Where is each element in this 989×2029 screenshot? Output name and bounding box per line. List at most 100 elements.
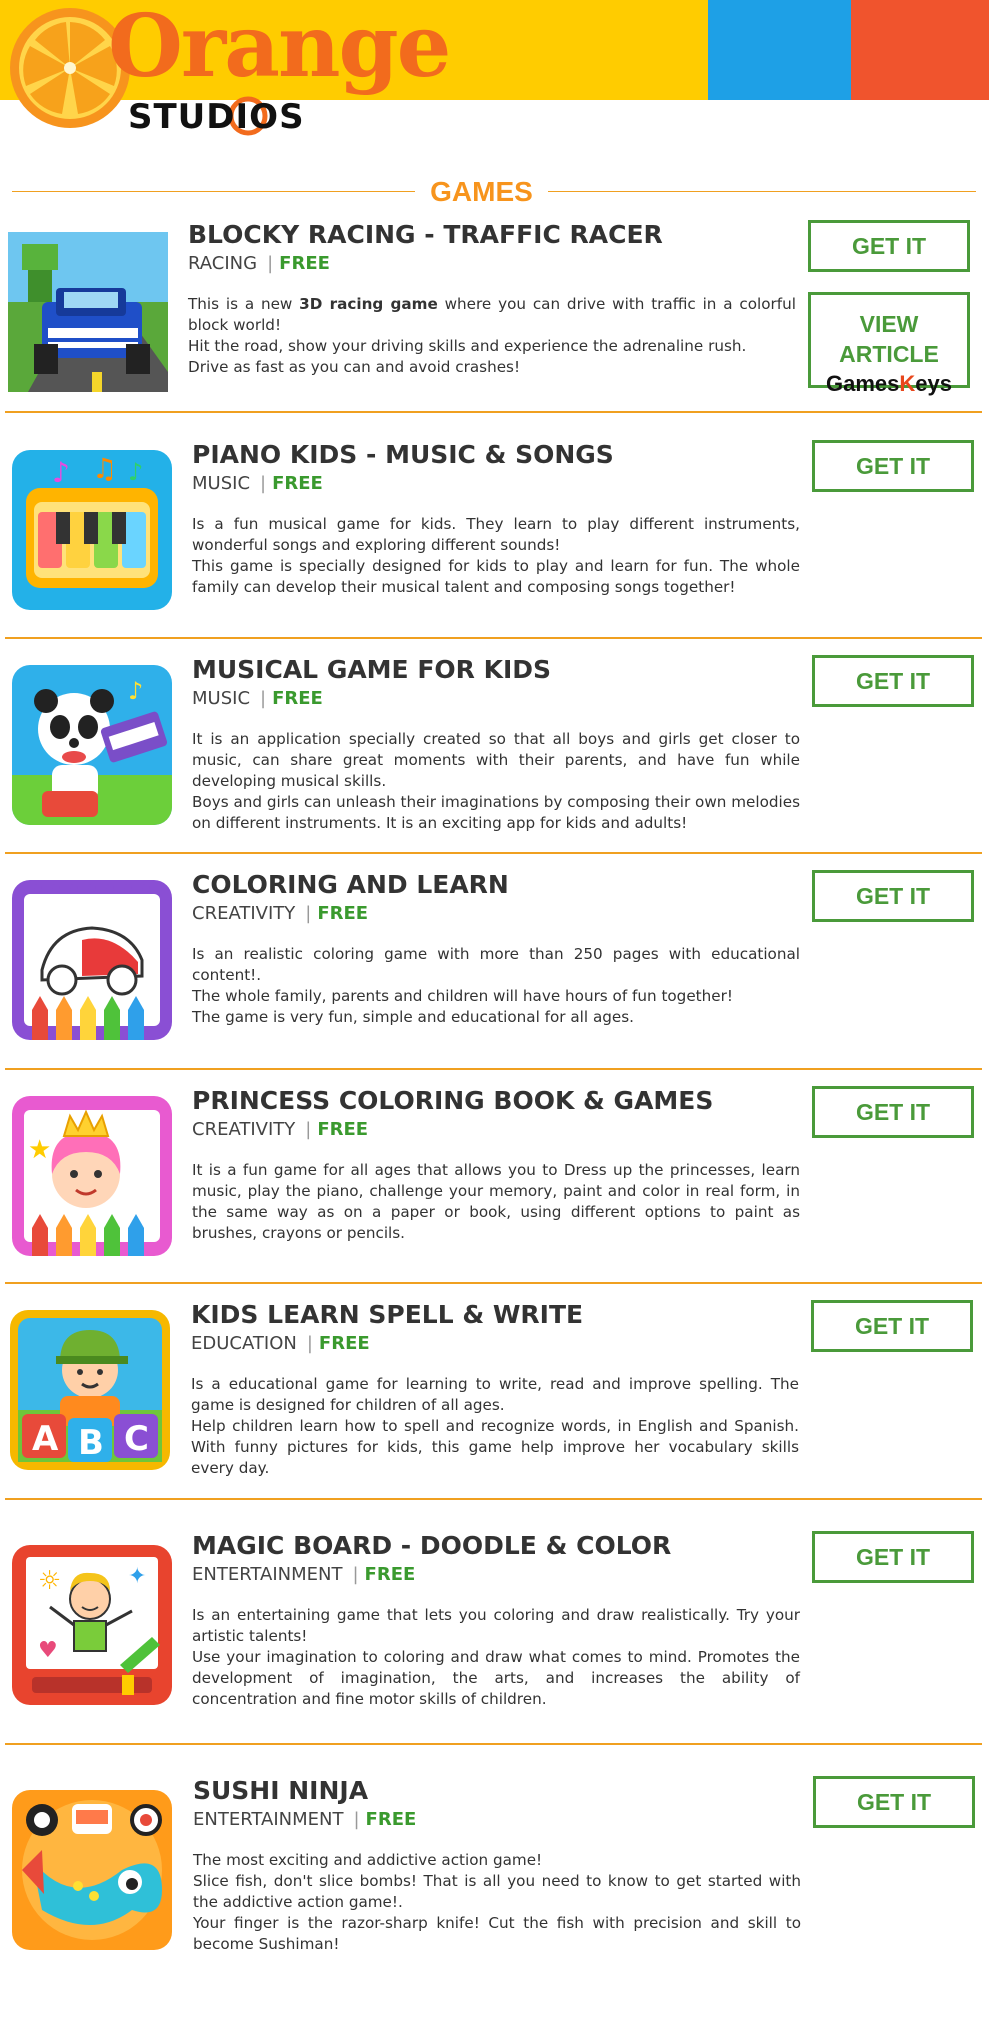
- game-description: The most exciting and addictive action g…: [193, 1850, 801, 1955]
- game-title[interactable]: COLORING AND LEARN: [192, 870, 800, 900]
- game-category: MUSIC: [192, 688, 251, 709]
- panda-keyboard-icon[interactable]: ♪: [12, 665, 172, 825]
- svg-text:A: A: [32, 1419, 59, 1459]
- game-title[interactable]: MUSICAL GAME FOR KIDS: [192, 655, 800, 685]
- game-category: CREATIVITY: [192, 903, 296, 924]
- desc-bold: 3D racing game: [299, 295, 438, 313]
- coloring-car-icon[interactable]: [12, 880, 172, 1040]
- gameskeys-games: Games: [826, 371, 900, 396]
- desc-paragraph: Is an realistic coloring game with more …: [192, 945, 800, 984]
- game-info: PRINCESS COLORING BOOK & GAMES CREATIVIT…: [192, 1086, 800, 1244]
- meta-separator: |: [305, 903, 312, 924]
- orange-studios-logo[interactable]: Orange STUDIOS: [0, 0, 451, 150]
- desc-paragraph: The whole family, parents and children w…: [192, 987, 733, 1005]
- game-item: ♪ ♫ ♪ PIANO KIDS - MUSIC & SONGS MUSIC | F…: [0, 440, 989, 640]
- piano-icon[interactable]: ♪ ♫ ♪: [12, 450, 172, 610]
- game-title[interactable]: KIDS LEARN SPELL & WRITE: [191, 1300, 799, 1330]
- row-divider: [5, 852, 982, 854]
- meta-separator: |: [305, 1119, 312, 1140]
- game-title[interactable]: PRINCESS COLORING BOOK & GAMES: [192, 1086, 800, 1116]
- row-divider: [5, 637, 982, 639]
- get-it-button[interactable]: GET IT: [812, 655, 974, 707]
- view-article-button[interactable]: VIEW ARTICLE GamesKeys: [808, 292, 970, 396]
- abc-blocks-icon[interactable]: A B C: [10, 1310, 170, 1470]
- svg-text:C: C: [124, 1419, 149, 1459]
- gameskeys-eys: eys: [915, 371, 952, 396]
- game-title[interactable]: SUSHI NINJA: [193, 1776, 801, 1806]
- meta-separator: |: [306, 1333, 313, 1354]
- get-it-button[interactable]: GET IT: [812, 1531, 974, 1583]
- title-rule-left: [12, 191, 415, 192]
- game-title[interactable]: PIANO KIDS - MUSIC & SONGS: [192, 440, 800, 470]
- title-rule-right: [548, 191, 976, 192]
- game-info: COLORING AND LEARN CREATIVITY | FREE Is an…: [192, 870, 800, 1028]
- game-item: ☼ ✦ ♥ MAGIC BOARD - DOODLE & COLOR ENTER…: [0, 1531, 989, 1745]
- game-info: MUSICAL GAME FOR KIDS MUSIC | FREE It is a…: [192, 655, 800, 834]
- game-category: RACING: [188, 253, 258, 274]
- view-article-label: VIEW ARTICLE: [839, 311, 939, 367]
- game-description: This is a new 3D racing game where you c…: [188, 294, 796, 378]
- desc-paragraph: Is a fun musical game for kids. They lea…: [192, 515, 800, 554]
- desc-paragraph: Your finger is the razor-sharp knife! Cu…: [193, 1914, 801, 1953]
- desc-paragraph: Slice fish, don't slice bombs! That is a…: [193, 1872, 801, 1911]
- game-description: Is a educational game for learning to wr…: [191, 1374, 799, 1479]
- svg-text:☼: ☼: [38, 1566, 61, 1596]
- meta-separator: |: [353, 1809, 360, 1830]
- game-title[interactable]: BLOCKY RACING - TRAFFIC RACER: [188, 220, 796, 250]
- get-it-button[interactable]: GET IT: [808, 220, 970, 272]
- game-meta: MUSIC | FREE: [192, 472, 800, 496]
- game-price: FREE: [272, 688, 323, 709]
- game-description: Is an realistic coloring game with more …: [192, 944, 800, 1028]
- game-price: FREE: [365, 1809, 417, 1830]
- game-price: FREE: [318, 1333, 370, 1354]
- desc-paragraph: The game is very fun, simple and educati…: [192, 1008, 634, 1026]
- game-item: BLOCKY RACING - TRAFFIC RACER RACING | FRE…: [0, 220, 989, 420]
- game-info: PIANO KIDS - MUSIC & SONGS MUSIC | FREE Is…: [192, 440, 800, 598]
- game-category: EDUCATION: [191, 1333, 297, 1354]
- get-it-button[interactable]: GET IT: [812, 440, 974, 492]
- svg-text:♪: ♪: [52, 456, 70, 489]
- game-meta: EDUCATION | FREE: [191, 1332, 799, 1356]
- game-category: ENTERTAINMENT: [193, 1809, 344, 1830]
- game-price: FREE: [317, 1119, 369, 1140]
- logo-word: Orange: [108, 0, 451, 97]
- desc-paragraph: Use your imagination to coloring and dra…: [192, 1648, 800, 1708]
- desc-paragraph: This game is specially designed for kids…: [192, 557, 800, 596]
- gameskeys-logo: GamesKeys: [811, 369, 967, 399]
- desc-paragraph: The most exciting and addictive action g…: [193, 1851, 543, 1869]
- svg-text:★: ★: [28, 1135, 51, 1165]
- header-red-block: [851, 0, 989, 100]
- game-title[interactable]: MAGIC BOARD - DOODLE & COLOR: [192, 1531, 800, 1561]
- row-divider: [5, 411, 982, 413]
- desc-paragraph: Boys and girls can unleash their imagina…: [192, 793, 800, 832]
- game-price: FREE: [272, 473, 323, 494]
- sushi-fish-icon[interactable]: [12, 1790, 172, 1950]
- game-category: ENTERTAINMENT: [192, 1564, 343, 1585]
- get-it-button[interactable]: GET IT: [813, 1776, 975, 1828]
- svg-text:B: B: [78, 1423, 104, 1463]
- svg-text:♪: ♪: [128, 458, 143, 486]
- get-it-button[interactable]: GET IT: [812, 1086, 974, 1138]
- game-item: ♪ MUSICAL GAME FOR KIDS MUSIC | FREE It is…: [0, 655, 989, 855]
- blocky-car-icon[interactable]: [8, 232, 168, 392]
- row-divider: [5, 1282, 982, 1284]
- desc-paragraph: It is an application specially created s…: [192, 730, 800, 790]
- game-info: KIDS LEARN SPELL & WRITE EDUCATION | FREE …: [191, 1300, 799, 1479]
- get-it-button[interactable]: GET IT: [811, 1300, 973, 1352]
- game-meta: CREATIVITY | FREE: [192, 902, 800, 926]
- princess-icon[interactable]: ★: [12, 1096, 172, 1256]
- game-meta: MUSIC | FREE: [192, 687, 800, 711]
- game-item: ★ PRINCESS COLORING BOOK & GAMES CREATIV…: [0, 1086, 989, 1286]
- game-description: It is an application specially created s…: [192, 729, 800, 834]
- get-it-button[interactable]: GET IT: [812, 870, 974, 922]
- meta-separator: |: [267, 253, 274, 274]
- game-meta: ENTERTAINMENT | FREE: [193, 1808, 801, 1832]
- magic-board-icon[interactable]: ☼ ✦ ♥: [12, 1545, 172, 1705]
- desc-paragraph: Hit the road, show your driving skills a…: [188, 337, 747, 355]
- game-description: Is a fun musical game for kids. They lea…: [192, 514, 800, 598]
- game-price: FREE: [317, 903, 369, 924]
- header-blue-block: [708, 0, 851, 100]
- row-divider: [5, 1743, 982, 1745]
- game-category: CREATIVITY: [192, 1119, 296, 1140]
- game-description: Is an entertaining game that lets you co…: [192, 1605, 800, 1710]
